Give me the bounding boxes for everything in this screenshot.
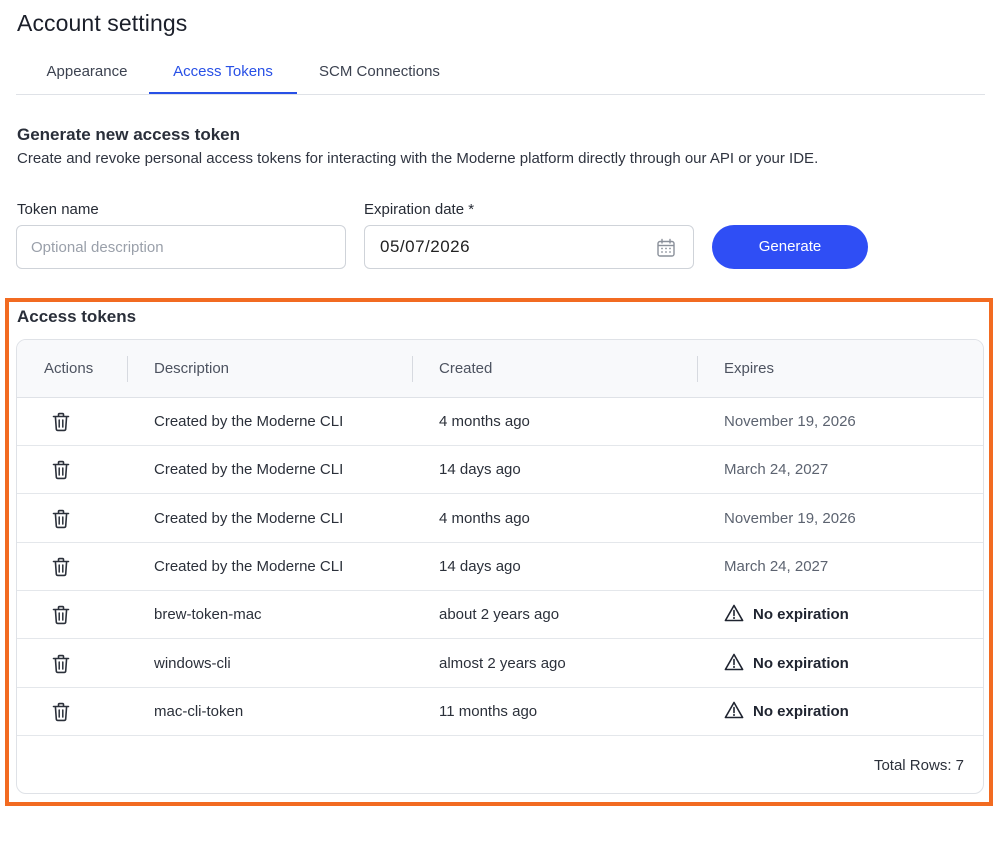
table-header: Actions Description Created Expires — [17, 340, 983, 398]
warning-icon — [724, 604, 744, 622]
column-header-actions: Actions — [44, 360, 94, 377]
no-expiration-text: No expiration — [753, 654, 849, 672]
created-cell: about 2 years ago — [439, 606, 560, 624]
warning-icon — [724, 653, 744, 670]
warning-icon — [724, 701, 744, 719]
created-cell: 4 months ago — [439, 509, 530, 527]
trash-icon[interactable] — [52, 702, 70, 722]
description-cell: brew-token-mac — [154, 606, 262, 624]
trash-icon[interactable] — [52, 557, 70, 577]
token-name-input[interactable] — [16, 225, 346, 269]
expires-cell: November 19, 2026 — [724, 509, 856, 527]
table-row: windows-cli almost 2 years ago No expirati… — [17, 640, 983, 688]
created-cell: 14 days ago — [439, 461, 521, 479]
column-divider[interactable] — [127, 356, 128, 382]
description-cell: Created by the Moderne CLI — [154, 413, 344, 430]
table-row: Created by the Moderne CLI 14 days ago Mar… — [17, 446, 983, 495]
table-row: Created by the Moderne CLI 4 months ago No… — [17, 398, 983, 446]
trash-icon[interactable] — [52, 654, 70, 674]
created-cell: 4 months ago — [439, 413, 530, 430]
description-cell: Created by the Moderne CLI — [154, 557, 344, 575]
access-tokens-title: Access tokens — [17, 307, 137, 326]
description-cell: Created by the Moderne CLI — [154, 509, 344, 527]
calendar-icon[interactable] — [656, 238, 676, 258]
tab-bar: Appearance Access Tokens SCM Connections — [16, 54, 985, 95]
column-header-expires[interactable]: Expires — [724, 340, 774, 398]
table-row: mac-cli-token 11 months ago No expiration — [17, 688, 983, 736]
expiration-date-label: Expiration date * — [364, 201, 475, 218]
no-expiration-text: No expiration — [753, 702, 849, 720]
generate-section-title: Generate new access token — [17, 125, 241, 144]
no-expiration-text: No expiration — [753, 606, 849, 624]
table-row: Created by the Moderne CLI 4 months ago No… — [17, 495, 983, 543]
generate-button[interactable]: Generate — [712, 225, 868, 269]
column-divider[interactable] — [697, 356, 698, 382]
trash-icon[interactable] — [52, 605, 70, 625]
expires-cell: No expiration — [724, 640, 849, 688]
created-cell: almost 2 years ago — [439, 654, 566, 672]
expires-cell: No expiration — [724, 591, 849, 639]
expires-cell: November 19, 2026 — [724, 413, 856, 430]
description-cell: Created by the Moderne CLI — [154, 461, 344, 479]
total-rows: Total Rows: 7 — [873, 757, 964, 774]
tab-appearance[interactable]: Appearance — [26, 54, 148, 94]
column-header-description[interactable]: Description — [154, 340, 229, 398]
tab-scm-connections[interactable]: SCM Connections — [298, 54, 461, 94]
expires-cell: March 24, 2027 — [724, 557, 829, 575]
page-title: Account settings — [17, 10, 188, 36]
trash-icon[interactable] — [52, 509, 70, 529]
expiration-date-input[interactable]: 05/07/2026 — [364, 225, 694, 269]
trash-icon[interactable] — [52, 460, 70, 480]
expires-cell: No expiration — [724, 688, 849, 736]
created-cell: 14 days ago — [439, 557, 521, 575]
expiration-date-value: 05/07/2026 — [380, 237, 471, 256]
description-cell: windows-cli — [154, 654, 231, 672]
table-row: brew-token-mac about 2 years ago No expira… — [17, 591, 983, 640]
expires-cell: March 24, 2027 — [724, 461, 829, 479]
tab-access-tokens[interactable]: Access Tokens — [149, 54, 297, 94]
created-cell: 11 months ago — [439, 702, 538, 720]
description-cell: mac-cli-token — [154, 702, 244, 720]
table-row: Created by the Moderne CLI 14 days ago Mar… — [17, 543, 983, 591]
trash-icon[interactable] — [52, 412, 70, 432]
token-name-label: Token name — [17, 201, 99, 218]
column-header-created[interactable]: Created — [439, 340, 492, 398]
column-divider[interactable] — [412, 356, 413, 382]
access-tokens-table: Actions Description Created Expires Crea… — [16, 339, 984, 794]
generate-section-description: Create and revoke personal access tokens… — [17, 150, 819, 167]
